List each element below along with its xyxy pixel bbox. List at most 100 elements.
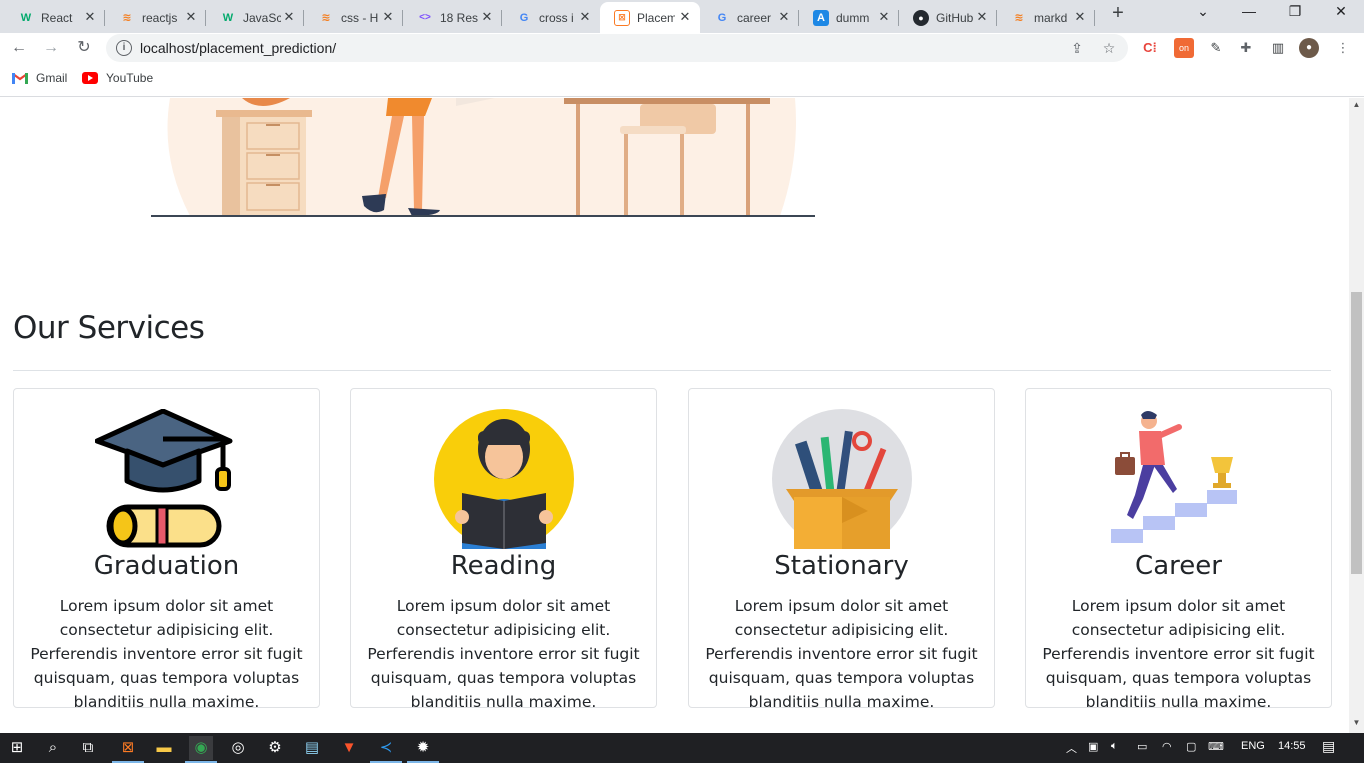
service-card-stationary: Stationary Lorem ipsum dolor sit amet co… bbox=[688, 388, 995, 711]
xampp-taskbar-icon[interactable]: ⊠ bbox=[112, 736, 144, 763]
close-icon[interactable]: ✕ bbox=[184, 10, 198, 24]
tab-title: 18 Res bbox=[440, 10, 478, 25]
battery-icon[interactable]: ▭ bbox=[1137, 740, 1147, 753]
brave-icon[interactable]: ▼ bbox=[337, 736, 361, 760]
close-icon[interactable]: ✕ bbox=[578, 10, 592, 24]
bookmark-gmail[interactable]: Gmail bbox=[12, 71, 67, 85]
clock[interactable]: 14:55 bbox=[1278, 740, 1306, 752]
card-title: Career bbox=[1135, 551, 1222, 581]
tab-7[interactable]: G career ✕ bbox=[700, 2, 799, 33]
wifi-icon[interactable]: ◠ bbox=[1162, 740, 1172, 753]
github-icon: ● bbox=[913, 9, 929, 26]
card-title: Reading bbox=[450, 551, 557, 581]
vscode-icon[interactable]: ≺ bbox=[370, 736, 402, 763]
card-text: Lorem ipsum dolor sit amet consectetur a… bbox=[705, 597, 978, 711]
services-heading: Our Services bbox=[13, 310, 205, 346]
stackoverflow-icon: ≋ bbox=[321, 12, 331, 24]
reading-student-icon bbox=[433, 409, 574, 549]
tab-9[interactable]: ● GitHub ✕ bbox=[899, 2, 997, 33]
profile-avatar[interactable]: ● bbox=[1299, 38, 1319, 58]
close-icon[interactable]: ✕ bbox=[678, 10, 692, 24]
close-icon[interactable]: ✕ bbox=[83, 10, 97, 24]
card-text: Lorem ipsum dolor sit amet consectetur a… bbox=[367, 597, 640, 711]
menu-kebab-icon[interactable]: ⋮ bbox=[1333, 38, 1353, 58]
keyboard-icon[interactable]: ⌨ bbox=[1208, 740, 1224, 753]
bookmark-star-icon[interactable]: ☆ bbox=[1100, 39, 1118, 57]
tab-1[interactable]: ≋ reactjs ✕ bbox=[105, 2, 206, 33]
page-scrollbar[interactable]: ▲ ▼ bbox=[1349, 98, 1364, 733]
tab-2[interactable]: W JavaSc ✕ bbox=[206, 2, 304, 33]
stationery-box-icon bbox=[771, 409, 912, 549]
reload-button[interactable]: ↻ bbox=[73, 37, 95, 59]
close-icon[interactable]: ✕ bbox=[877, 10, 891, 24]
windows-start-icon[interactable]: ⊞ bbox=[5, 736, 29, 760]
code-brackets-icon: <> bbox=[419, 12, 431, 23]
google-icon: G bbox=[519, 11, 529, 24]
tab-title: GitHub bbox=[936, 10, 974, 25]
close-icon[interactable]: ✕ bbox=[1073, 10, 1087, 24]
gmail-icon bbox=[12, 73, 28, 84]
tab-4[interactable]: <> 18 Res ✕ bbox=[403, 2, 502, 33]
close-window-button[interactable]: ✕ bbox=[1318, 0, 1364, 24]
close-icon[interactable]: ✕ bbox=[777, 10, 791, 24]
card-title: Graduation bbox=[93, 551, 240, 581]
scroll-up-icon[interactable]: ▲ bbox=[1352, 100, 1361, 109]
tab-10[interactable]: ≋ markd ✕ bbox=[997, 2, 1095, 33]
settings-app-icon[interactable]: ⚙ bbox=[263, 736, 287, 760]
career-stairs-icon bbox=[1110, 411, 1237, 543]
side-panel-icon[interactable]: ▥ bbox=[1268, 38, 1288, 58]
notepad-icon[interactable]: ▤ bbox=[300, 736, 324, 760]
tab-title: Placem bbox=[637, 10, 675, 25]
scroll-down-icon[interactable]: ▼ bbox=[1352, 718, 1361, 727]
scrollbar-thumb[interactable] bbox=[1351, 292, 1362, 574]
google-icon: G bbox=[717, 11, 727, 24]
notifications-icon[interactable]: ▤ bbox=[1322, 738, 1335, 755]
forward-button[interactable]: → bbox=[40, 37, 62, 59]
tray-chevron-icon[interactable]: ︿ bbox=[1066, 740, 1077, 756]
obs-icon[interactable]: ◎ bbox=[226, 736, 250, 760]
search-icon[interactable]: ⌕ bbox=[41, 736, 65, 760]
file-explorer-icon[interactable]: ▬ bbox=[152, 736, 176, 760]
close-icon[interactable]: ✕ bbox=[975, 10, 989, 24]
tray-app-icon[interactable]: ▣ bbox=[1088, 740, 1098, 753]
w3schools-icon: W bbox=[20, 11, 32, 24]
xampp-icon: ⊠ bbox=[614, 9, 630, 26]
service-card-career: Career Lorem ipsum dolor sit amet consec… bbox=[1025, 388, 1332, 711]
card-title: Stationary bbox=[774, 551, 909, 581]
task-view-icon[interactable]: ⧉ bbox=[76, 736, 100, 760]
service-card-graduation: Graduation Lorem ipsum dolor sit amet co… bbox=[13, 388, 320, 711]
restore-button[interactable]: ❐ bbox=[1272, 0, 1318, 24]
chrome-icon[interactable]: ◉ bbox=[185, 736, 217, 763]
close-icon[interactable]: ✕ bbox=[480, 10, 494, 24]
tab-title: css - H bbox=[341, 10, 379, 25]
page-viewport: Our Services Graduation Lorem ipsum dolo… bbox=[0, 98, 1349, 733]
tab-8[interactable]: A dumm ✕ bbox=[799, 2, 899, 33]
bookmarks-bar: Gmail YouTube bbox=[0, 63, 1364, 97]
minimize-button[interactable]: — bbox=[1226, 0, 1272, 24]
url-text[interactable]: localhost/placement_prediction/ bbox=[140, 40, 336, 56]
bookmark-youtube[interactable]: YouTube bbox=[82, 71, 153, 85]
extension-on-icon[interactable]: on bbox=[1174, 38, 1194, 58]
meet-now-icon[interactable]: ▢ bbox=[1186, 740, 1196, 753]
tab-3[interactable]: ≋ css - H ✕ bbox=[304, 2, 403, 33]
tab-strip: W React ✕ ≋ reactjs ✕ W JavaSc ✕ ≋ css -… bbox=[0, 0, 1364, 33]
close-icon[interactable]: ✕ bbox=[282, 10, 296, 24]
card-text: Lorem ipsum dolor sit amet consectetur a… bbox=[1042, 597, 1315, 711]
tab-6-active[interactable]: ⊠ Placem ✕ bbox=[600, 2, 700, 33]
back-button[interactable]: ← bbox=[8, 37, 30, 59]
language-indicator[interactable]: ENG bbox=[1241, 740, 1265, 752]
new-tab-button[interactable]: + bbox=[1108, 3, 1128, 24]
extension-c-icon[interactable]: C⁞ bbox=[1140, 38, 1160, 58]
tab-0[interactable]: W React ✕ bbox=[4, 2, 105, 33]
address-bar[interactable]: i localhost/placement_prediction/ ⇪ ☆ bbox=[106, 34, 1128, 62]
volume-icon[interactable]: 🔈︎ bbox=[1111, 740, 1118, 753]
close-icon[interactable]: ✕ bbox=[381, 10, 395, 24]
tab-5[interactable]: G cross i ✕ bbox=[502, 2, 600, 33]
extensions-puzzle-icon[interactable]: ✚ bbox=[1236, 38, 1256, 58]
share-icon[interactable]: ⇪ bbox=[1068, 39, 1086, 57]
gear-icon[interactable]: ✹ bbox=[407, 736, 439, 763]
hero-illustration bbox=[151, 98, 815, 217]
eyedropper-icon[interactable]: ✎ bbox=[1206, 38, 1226, 58]
info-icon[interactable]: i bbox=[116, 40, 132, 56]
tab-search-icon[interactable]: ⌄ bbox=[1180, 0, 1226, 24]
